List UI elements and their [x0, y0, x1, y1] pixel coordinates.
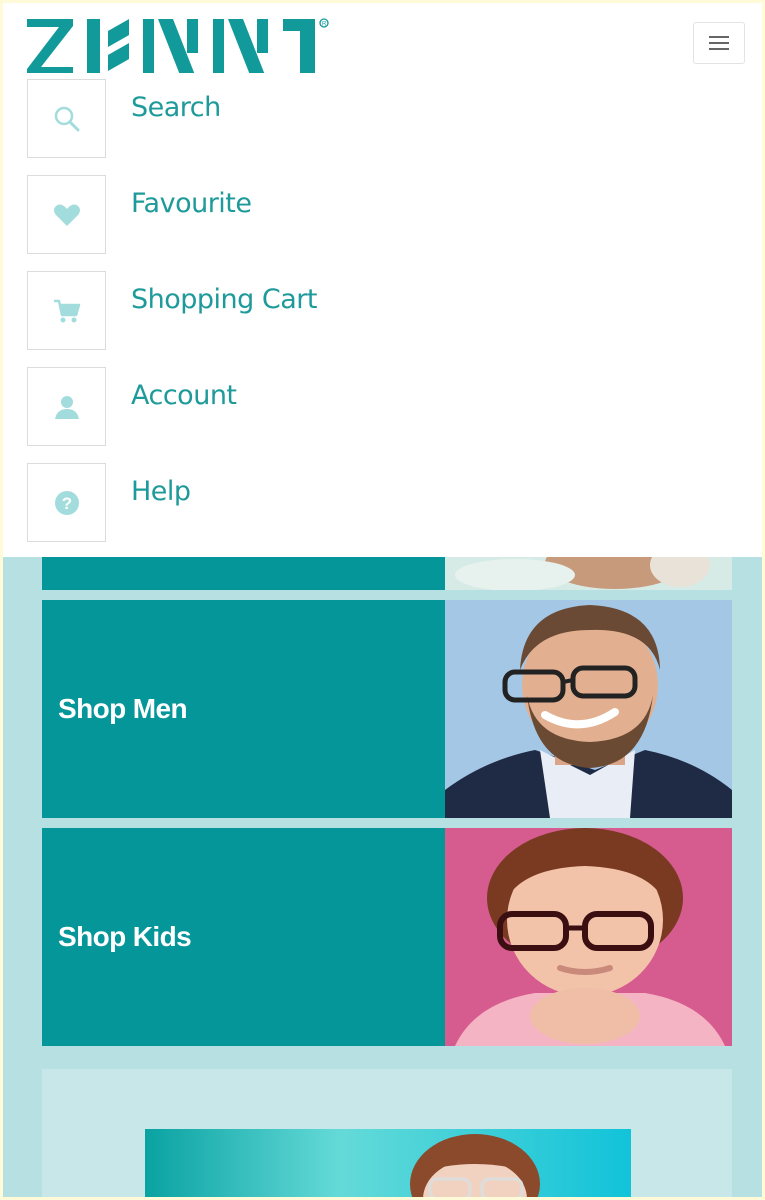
menu-icon-box: ? [27, 463, 106, 542]
shop-kids-panel: Shop Kids [42, 828, 445, 1046]
promo-banner-photo [145, 1129, 631, 1200]
menu-item-label: Shopping Cart [131, 284, 317, 315]
partial-card-photo [445, 557, 732, 590]
menu-item-label: Account [131, 380, 237, 411]
menu-icon-box [27, 271, 106, 350]
bottom-promo-banner[interactable] [145, 1129, 631, 1200]
hamburger-icon [709, 35, 729, 51]
menu-item-account[interactable]: Account [27, 367, 727, 447]
hamburger-menu-button[interactable] [693, 22, 745, 64]
menu-item-search[interactable]: Search [27, 79, 727, 159]
shop-men-card[interactable]: Shop Men [42, 600, 732, 818]
bottom-promo-section [42, 1069, 732, 1200]
menu-item-label: Favourite [131, 188, 252, 219]
girl-with-glasses-photo [445, 828, 732, 1046]
heart-icon [53, 204, 80, 226]
svg-text:R: R [322, 22, 327, 28]
menu-icon-box [27, 79, 106, 158]
menu-item-help[interactable]: ? Help [27, 463, 727, 543]
shop-men-title: Shop Men [58, 693, 188, 724]
cart-icon [53, 299, 80, 322]
shop-men-panel: Shop Men [42, 600, 445, 818]
menu-icon-box [27, 367, 106, 446]
svg-text:?: ? [61, 494, 71, 513]
partial-card-left [42, 557, 445, 590]
page-background: Shop Men Shop Kids R Search Favourite Sh… [0, 0, 765, 1200]
partial-promo-card[interactable] [42, 557, 732, 590]
shop-kids-card[interactable]: Shop Kids [42, 828, 732, 1046]
menu-item-shopping-cart[interactable]: Shopping Cart [27, 271, 727, 351]
menu-item-label: Search [131, 92, 221, 123]
menu-item-favourite[interactable]: Favourite [27, 175, 727, 255]
help-icon: ? [54, 490, 79, 515]
zenni-logo[interactable]: R [25, 13, 335, 73]
search-icon [54, 106, 79, 131]
menu-item-label: Help [131, 476, 191, 507]
shop-kids-title: Shop Kids [58, 921, 192, 952]
user-icon [54, 395, 79, 419]
menu-panel: R Search Favourite Shopping Cart Account… [3, 3, 762, 557]
menu-icon-box [27, 175, 106, 254]
man-with-glasses-photo [445, 600, 732, 818]
